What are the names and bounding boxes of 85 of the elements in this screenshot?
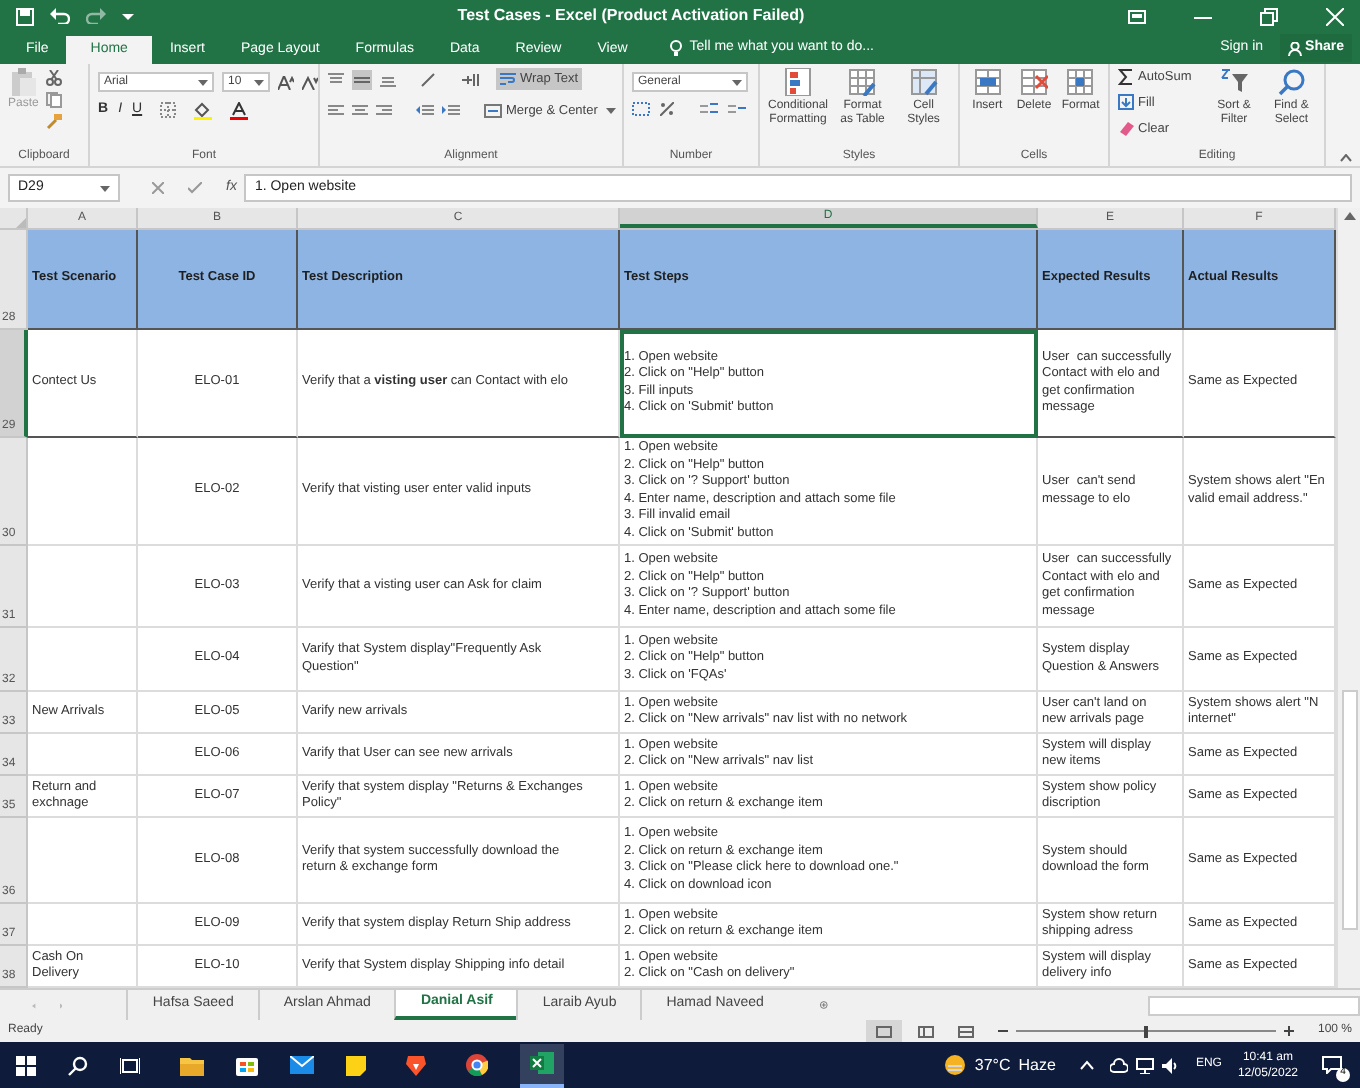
- lion-shield-icon[interactable]: [406, 1054, 426, 1076]
- decrease-indent-icon[interactable]: [416, 104, 434, 119]
- eraser-icon[interactable]: [1118, 119, 1134, 138]
- align-center-icon[interactable]: [352, 104, 368, 119]
- decrease-decimal-icon[interactable]: [728, 102, 746, 116]
- excel-icon[interactable]: [530, 1052, 554, 1074]
- network-icon[interactable]: [1135, 1057, 1154, 1073]
- customize-caret-icon[interactable]: [122, 11, 134, 21]
- redo-icon[interactable]: [86, 8, 106, 24]
- sigma-icon[interactable]: [1118, 68, 1134, 87]
- caret-icon[interactable]: [732, 79, 742, 85]
- task-view-icon[interactable]: [120, 1055, 140, 1075]
- cell-styles-icon[interactable]: [909, 68, 938, 96]
- close-icon[interactable]: [1326, 7, 1344, 25]
- format-cells-icon[interactable]: [1066, 68, 1095, 96]
- fill-down-icon[interactable]: [1118, 94, 1134, 113]
- restore-icon[interactable]: [1260, 7, 1278, 25]
- chrome-icon[interactable]: [466, 1054, 488, 1076]
- temperature[interactable]: 37°C: [974, 1053, 1011, 1077]
- caret-icon[interactable]: [198, 79, 208, 85]
- undo-icon[interactable]: [50, 8, 70, 24]
- excel-taskbar-button[interactable]: [520, 1043, 564, 1087]
- insert-cells-icon[interactable]: [973, 68, 1002, 96]
- delete-cells-icon[interactable]: [1019, 68, 1048, 96]
- sort-filter-icon[interactable]: [1220, 68, 1249, 96]
- sun-haze-icon: [944, 1054, 967, 1076]
- search-icon[interactable]: [68, 1055, 88, 1075]
- page-layout-view-icon[interactable]: [917, 1025, 934, 1037]
- lightbulb-icon: [669, 40, 682, 56]
- copy-icon[interactable]: [46, 92, 63, 108]
- scrollbar-thumb[interactable]: [1341, 690, 1357, 930]
- add-sheet-icon[interactable]: [819, 996, 828, 1014]
- person-icon[interactable]: [1287, 41, 1302, 55]
- table-format-icon[interactable]: [848, 68, 877, 96]
- cancel-icon[interactable]: [152, 182, 164, 194]
- brush-icon[interactable]: [46, 114, 63, 130]
- caret-icon[interactable]: [100, 185, 110, 191]
- weather-condition[interactable]: Haze: [1018, 1053, 1056, 1077]
- page-break-view-icon[interactable]: [957, 1025, 974, 1037]
- caret-icon[interactable]: [605, 108, 616, 115]
- ribbon-display-icon[interactable]: [1128, 9, 1146, 23]
- scroll-up-icon[interactable]: [1343, 212, 1355, 220]
- speaker-icon[interactable]: [1161, 1057, 1180, 1073]
- font-color-icon[interactable]: [230, 101, 249, 120]
- magnifier-icon[interactable]: [1277, 68, 1306, 96]
- orientation-icon[interactable]: [420, 71, 438, 87]
- grow-font-icon[interactable]: [278, 75, 294, 89]
- normal-view-button[interactable]: [865, 1020, 902, 1042]
- align-right-icon[interactable]: [376, 104, 392, 119]
- wrap-icon[interactable]: [500, 72, 516, 86]
- zoom-slider[interactable]: [1015, 1025, 1276, 1037]
- windows-start-icon[interactable]: [16, 1055, 36, 1075]
- mail-icon[interactable]: [290, 1056, 314, 1074]
- chevron-up-icon[interactable]: [1079, 1060, 1094, 1070]
- folder-icon[interactable]: [180, 1055, 204, 1075]
- collapse-ribbon-icon[interactable]: [1340, 154, 1352, 162]
- horizontal-scrollbar[interactable]: [1147, 995, 1360, 1015]
- zoom-out-icon[interactable]: [997, 1026, 1008, 1036]
- percent-icon[interactable]: [660, 102, 674, 116]
- align-top-icon[interactable]: [328, 71, 344, 87]
- save-icon[interactable]: [16, 7, 34, 25]
- window-title: Test Cases - Excel (Product Activation Failed): [457, 4, 805, 28]
- enter-icon[interactable]: [188, 182, 202, 194]
- align-bottom-icon[interactable]: [380, 71, 396, 87]
- cloud-icon[interactable]: [1109, 1057, 1128, 1073]
- increase-indent-icon[interactable]: [442, 104, 460, 119]
- increase-decimal-icon[interactable]: [700, 102, 718, 116]
- clipboard-icon[interactable]: [11, 68, 36, 96]
- vertical-scrollbar[interactable]: [1336, 208, 1360, 988]
- indent-icon[interactable]: [462, 71, 480, 87]
- conditional-formatting-icon[interactable]: [784, 68, 812, 96]
- shrink-font-icon[interactable]: [302, 75, 318, 89]
- borders-icon[interactable]: [160, 102, 177, 119]
- zoom-slider-thumb[interactable]: [1143, 1025, 1148, 1037]
- merge-icon[interactable]: [484, 104, 502, 119]
- caret-icon[interactable]: [254, 79, 264, 85]
- zoom-in-icon[interactable]: [1283, 1026, 1294, 1036]
- scissors-icon[interactable]: [46, 70, 63, 86]
- align-left-icon[interactable]: [328, 104, 344, 119]
- sticky-note-icon[interactable]: [346, 1055, 366, 1075]
- grid-view-icon[interactable]: [875, 1025, 892, 1037]
- store-bag-icon[interactable]: [236, 1054, 258, 1076]
- fill-color-icon[interactable]: [194, 101, 213, 120]
- align-middle-icon[interactable]: [352, 69, 372, 89]
- accounting-icon[interactable]: [632, 102, 650, 116]
